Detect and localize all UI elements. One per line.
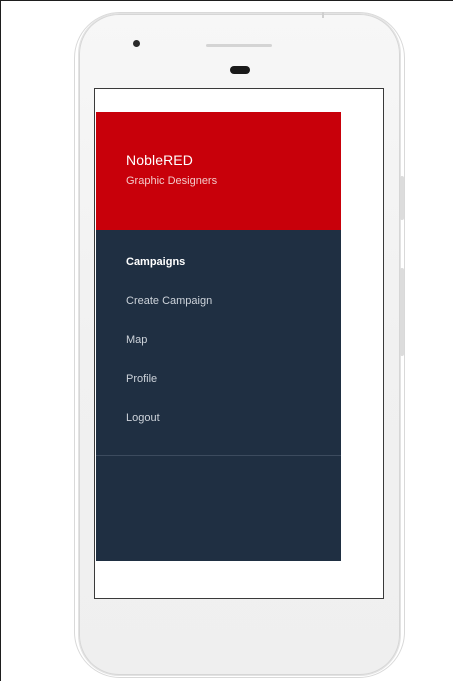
menu-item-profile[interactable]: Profile xyxy=(126,373,157,385)
drawer-header: NobleRED Graphic Designers xyxy=(96,112,341,230)
phone-volume-button xyxy=(400,268,404,356)
phone-top-mark xyxy=(322,12,324,18)
phone-power-button xyxy=(400,176,404,220)
menu-item-create-campaign[interactable]: Create Campaign xyxy=(126,295,212,307)
front-camera-icon xyxy=(133,40,140,47)
earpiece-speaker xyxy=(206,44,272,47)
menu-item-logout[interactable]: Logout xyxy=(126,412,160,424)
menu-item-campaigns[interactable]: Campaigns xyxy=(126,256,185,268)
proximity-sensor xyxy=(230,66,250,74)
navigation-drawer: NobleRED Graphic Designers Campaigns Cre… xyxy=(96,112,341,561)
app-title: NobleRED xyxy=(126,152,193,168)
drawer-divider xyxy=(96,455,341,456)
menu-item-map[interactable]: Map xyxy=(126,334,147,346)
app-subtitle: Graphic Designers xyxy=(126,175,218,187)
phone-screen: NobleRED Graphic Designers Campaigns Cre… xyxy=(94,88,384,599)
